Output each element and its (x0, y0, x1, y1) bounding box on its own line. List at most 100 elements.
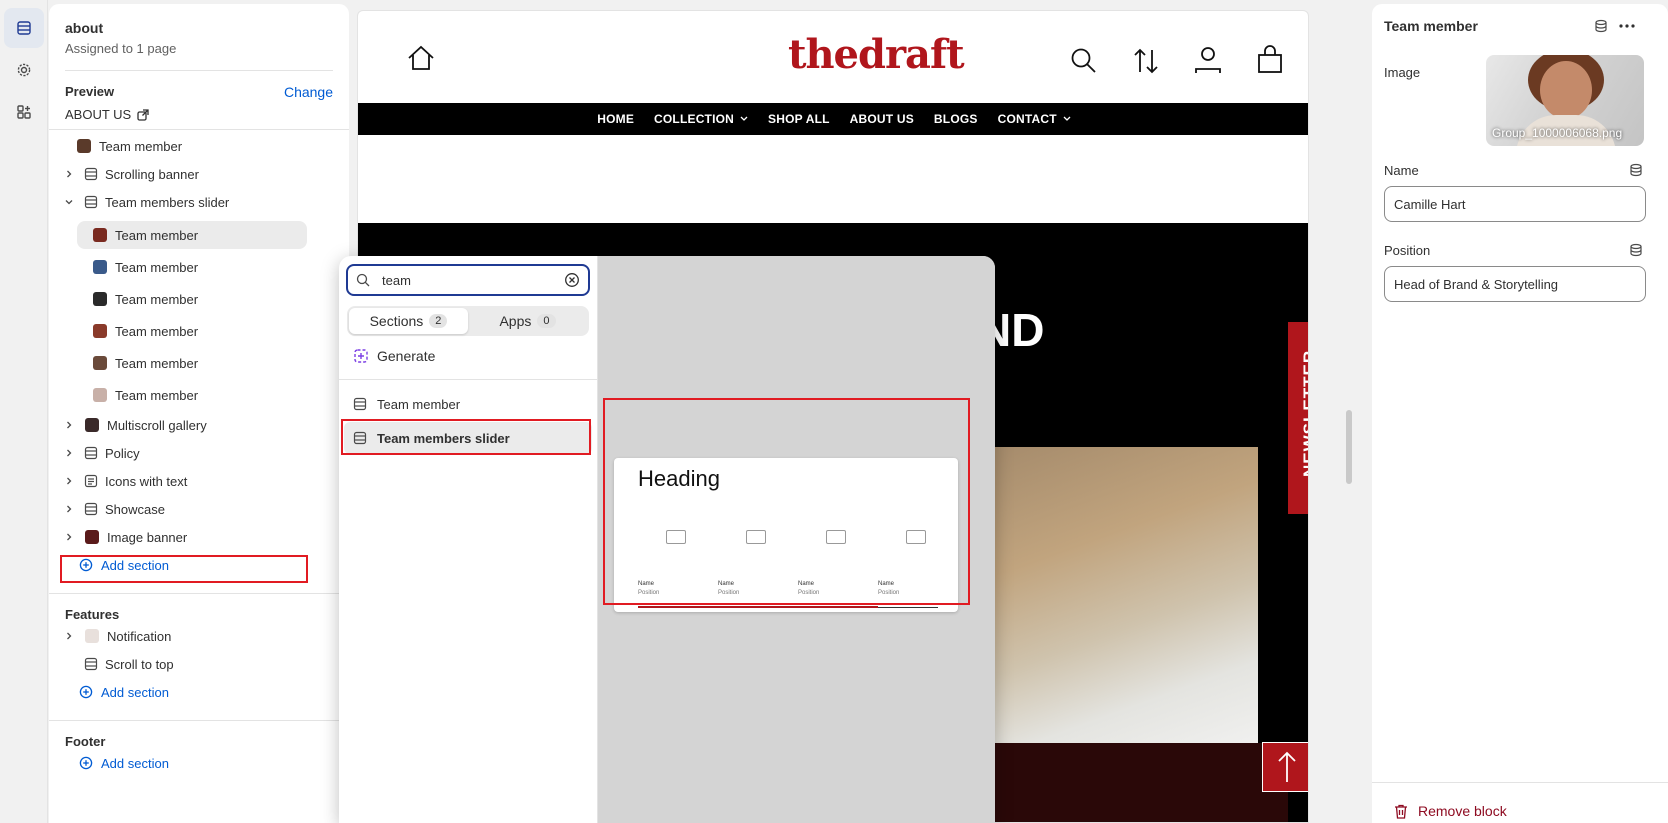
banner-thumbnail (85, 530, 99, 544)
chevron-right-icon[interactable] (61, 501, 77, 517)
nav-item-contact[interactable]: CONTACT (998, 112, 1071, 126)
tree-item-scroll-to-top[interactable]: Scroll to top (83, 650, 174, 678)
dynamic-source-icon[interactable] (1629, 243, 1643, 257)
generate-label: Generate (377, 348, 436, 364)
assigned-text: Assigned to 1 page (65, 41, 177, 56)
tree-item-showcase[interactable]: Showcase (61, 495, 165, 523)
search-icon (356, 273, 370, 287)
tree-item-team-member-5[interactable]: Team member (93, 349, 198, 377)
divider (1372, 782, 1668, 783)
nav-label: COLLECTION (654, 112, 735, 126)
tree-item-label: Team member (115, 355, 199, 371)
tab-apps[interactable]: Apps 0 (468, 308, 587, 334)
nav-label: HOME (597, 112, 635, 126)
tree-item-label: Scroll to top (105, 656, 174, 672)
position-field[interactable]: Head of Brand & Storytelling (1384, 266, 1646, 302)
name-label: Name (1384, 163, 1419, 178)
block-settings-panel: Team member Image Group_1000006068.png N… (1372, 4, 1668, 823)
section-search-input[interactable]: team (346, 264, 590, 296)
chevron-down-icon[interactable] (61, 194, 77, 210)
tree-item-label: Icons with text (105, 473, 188, 489)
tree-item-label: Scrolling banner (105, 166, 199, 182)
tree-item-policy[interactable]: Policy (61, 439, 140, 467)
tree-item-scrolling-banner[interactable]: Scrolling banner (61, 160, 199, 188)
result-team-member[interactable]: Team member (344, 388, 592, 420)
remove-block-label: Remove block (1418, 803, 1507, 819)
store-logo[interactable]: thedraft (788, 31, 965, 78)
sections-icon[interactable] (4, 8, 44, 48)
nav-label: BLOGS (933, 112, 978, 126)
change-link[interactable]: Change (284, 84, 333, 100)
arrow-up-icon (1278, 751, 1296, 782)
image-picker[interactable]: Group_1000006068.png (1486, 55, 1644, 146)
nav-item-blogs[interactable]: BLOGS (934, 112, 978, 126)
cart-bag-icon[interactable] (1256, 45, 1284, 75)
highlight-box (60, 555, 308, 583)
preview-scrollbar[interactable] (1346, 410, 1352, 484)
nav-label: SHOP ALL (768, 112, 830, 126)
preview-page-link[interactable]: ABOUT US (65, 107, 149, 122)
apps-icon[interactable] (4, 92, 44, 132)
account-icon[interactable] (1194, 45, 1222, 75)
tree-item-team-member-3[interactable]: Team member (93, 285, 198, 313)
tree-item-team-member-1[interactable]: Team member (77, 221, 307, 249)
more-options-icon[interactable] (1618, 18, 1636, 34)
footer-title: Footer (65, 734, 106, 749)
tree-item-team-member-2[interactable]: Team member (93, 253, 198, 281)
tree-item-label: Team member (115, 323, 199, 339)
tab-sections[interactable]: Sections 2 (349, 308, 468, 334)
nav-item-shop-all[interactable]: SHOP ALL (768, 112, 830, 126)
remove-block-button[interactable]: Remove block (1394, 803, 1507, 819)
add-section-button[interactable]: Add section (79, 678, 169, 706)
chevron-right-icon[interactable] (61, 445, 77, 461)
tree-item-team-members-slider[interactable]: Team members slider (61, 188, 229, 216)
tree-item-label: Image banner (107, 529, 188, 545)
tree-item-label: Team member (115, 387, 199, 403)
nav-item-home[interactable]: HOME (597, 112, 634, 126)
chevron-right-icon[interactable] (61, 529, 77, 545)
tree-item-team-member-4[interactable]: Team member (93, 317, 198, 345)
tree-item-multiscroll-gallery[interactable]: Multiscroll gallery (61, 411, 207, 439)
team-member-thumbnail (93, 324, 107, 338)
nav-item-about-us[interactable]: ABOUT US (850, 112, 914, 126)
sparkle-generate-icon (354, 349, 368, 363)
divider (49, 593, 349, 594)
section-icon (353, 397, 367, 411)
home-icon[interactable] (406, 45, 436, 71)
generate-button[interactable]: Generate (353, 348, 435, 364)
chevron-right-icon[interactable] (61, 417, 77, 433)
tab-label: Sections (369, 313, 424, 329)
team-member-thumbnail (93, 228, 107, 242)
section-icon (83, 445, 99, 461)
tree-item-icons-with-text[interactable]: Icons with text (61, 467, 187, 495)
sort-arrows-icon[interactable] (1132, 47, 1160, 75)
tree-item-team-member-6[interactable]: Team member (93, 381, 198, 409)
tree-item-notification[interactable]: Notification (61, 622, 171, 650)
dynamic-source-icon[interactable] (1629, 163, 1643, 177)
chevron-right-icon[interactable] (61, 628, 77, 644)
chevron-right-icon[interactable] (61, 473, 77, 489)
image-filename: Group_1000006068.png (1492, 126, 1623, 140)
nav-label: CONTACT (997, 112, 1057, 126)
nav-item-collection[interactable]: COLLECTION (654, 112, 748, 126)
tree-item-image-banner[interactable]: Image banner (61, 523, 187, 551)
tree-item-label: Team member (115, 259, 199, 275)
chevron-right-icon[interactable] (61, 166, 77, 182)
add-section-button[interactable]: Add section (79, 749, 169, 777)
divider (65, 70, 333, 71)
newsletter-label: NEWSLETTER (1300, 349, 1309, 477)
text-section-icon (83, 473, 99, 489)
scroll-to-top-button[interactable] (1262, 742, 1308, 792)
newsletter-tab[interactable]: NEWSLETTER (1288, 322, 1309, 514)
name-field[interactable]: Camille Hart (1384, 186, 1646, 222)
count-badge: 0 (537, 314, 556, 328)
team-member-thumbnail (77, 139, 91, 153)
search-icon[interactable] (1070, 47, 1098, 75)
settings-gear-icon[interactable] (4, 50, 44, 90)
tree-item-team-member[interactable]: Team member (77, 132, 182, 160)
database-icon[interactable] (1594, 19, 1608, 33)
clear-search-icon[interactable] (564, 272, 580, 288)
portrait-face (1540, 61, 1592, 119)
close-icon[interactable] (1308, 479, 1309, 497)
section-icon (83, 194, 99, 210)
